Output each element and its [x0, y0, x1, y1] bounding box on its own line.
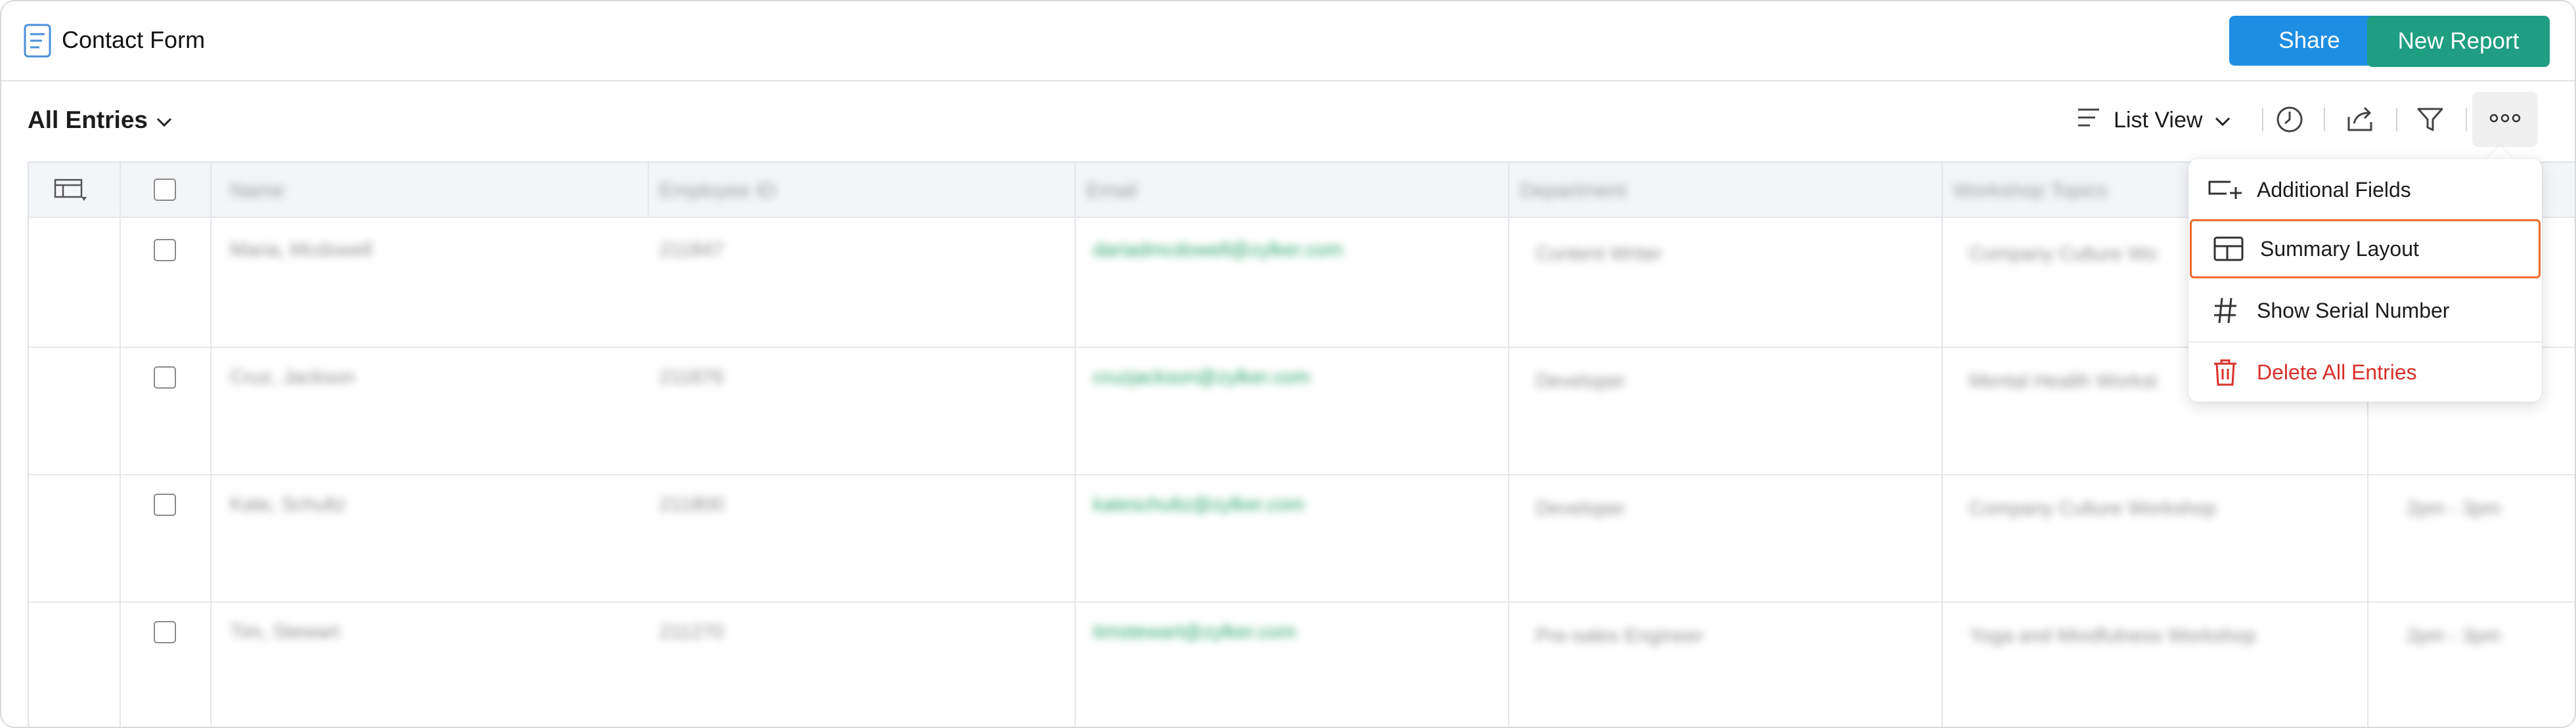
more-options-menu: Additional Fields Summary Layout Show Se…: [2188, 159, 2542, 402]
cell-name: Maria, Mcdowell: [230, 239, 372, 261]
cell-department: Pre-sales Engineer: [1536, 625, 1704, 647]
cell-workshop-topic: Mental Health Workst: [1969, 370, 2158, 392]
app-window: Contact Form Share New Report All Entrie…: [0, 0, 2576, 728]
summary-layout-icon: [2209, 232, 2248, 265]
menu-item-delete-all-entries[interactable]: Delete All Entries: [2188, 343, 2542, 402]
toolbar-divider: [2466, 108, 2467, 131]
row-checkbox[interactable]: [154, 621, 176, 643]
column-header-department[interactable]: Department: [1520, 179, 1626, 202]
column-divider: [210, 163, 211, 727]
row-divider: [29, 474, 2575, 475]
cell-employee-id: 211270: [659, 621, 724, 643]
cell-name: Cruz, Jackson: [230, 366, 355, 388]
column-divider: [1508, 163, 1509, 727]
menu-item-label: Summary Layout: [2260, 236, 2419, 261]
column-header-employee-id[interactable]: Employee ID: [659, 179, 776, 202]
row-divider: [29, 601, 2575, 603]
menu-item-label: Additional Fields: [2257, 177, 2411, 202]
cell-workshop-topic: Yoga and Mindfulness Workshop: [1969, 625, 2256, 647]
filter-icon[interactable]: [2409, 98, 2451, 140]
cell-employee-id: 211847: [659, 239, 724, 261]
column-header-workshop-topics[interactable]: Workshop Topics: [1953, 179, 2108, 202]
list-view-label: List View: [2114, 107, 2203, 133]
column-divider: [120, 163, 121, 727]
more-dots-icon: [2489, 113, 2521, 127]
select-all-checkbox[interactable]: [154, 179, 176, 201]
column-divider: [1942, 163, 1943, 727]
cell-email[interactable]: kateschultz@zylker.com: [1093, 494, 1304, 516]
column-divider: [648, 163, 649, 217]
menu-item-summary-layout[interactable]: Summary Layout: [2190, 219, 2541, 278]
menu-item-additional-fields[interactable]: Additional Fields: [2188, 160, 2542, 219]
menu-item-show-serial-number[interactable]: Show Serial Number: [2188, 281, 2542, 340]
chevron-down-icon: [2214, 108, 2231, 133]
hash-icon: [2206, 294, 2245, 327]
cell-department: Developer: [1536, 370, 1626, 392]
cell-department: Developer: [1536, 498, 1626, 519]
trash-icon: [2206, 356, 2245, 389]
export-share-icon[interactable]: [2340, 98, 2382, 140]
cell-time: 2pm - 3pm: [2407, 625, 2501, 647]
cell-email[interactable]: timstewart@zylker.com: [1093, 621, 1296, 643]
add-field-icon: [2206, 173, 2245, 206]
page-title: Contact Form: [62, 26, 206, 53]
toolbar-divider: [2262, 108, 2263, 131]
share-button[interactable]: Share: [2229, 16, 2389, 66]
cell-email[interactable]: dariadmcdowell@zylker.com: [1093, 239, 1343, 261]
toolbar-divider: [2324, 108, 2325, 131]
top-bar: Contact Form Share New Report: [1, 1, 2575, 81]
cell-workshop-topic: Company Culture Wo: [1969, 243, 2158, 265]
column-divider: [1075, 163, 1076, 727]
row-checkbox[interactable]: [154, 239, 176, 261]
column-header-name[interactable]: Name: [230, 179, 284, 202]
row-checkbox[interactable]: [154, 494, 176, 516]
form-document-icon: [24, 24, 51, 58]
cell-name: Tim, Stewart: [230, 621, 340, 643]
toolbar-divider: [2396, 108, 2397, 131]
column-settings-icon[interactable]: [54, 179, 88, 205]
list-view-dropdown[interactable]: List View: [2076, 95, 2231, 146]
cell-name: Kate, Schultz: [230, 494, 346, 515]
cell-department: Content Writer: [1536, 243, 1662, 265]
chevron-down-icon: [156, 106, 173, 134]
menu-item-label: Delete All Entries: [2257, 360, 2417, 384]
history-clock-icon[interactable]: [2269, 98, 2311, 140]
new-report-button[interactable]: New Report: [2367, 16, 2550, 67]
cell-workshop-topic: Company Culture Workshop: [1969, 498, 2217, 519]
view-selector-label: All Entries: [28, 106, 148, 133]
more-options-button[interactable]: [2472, 92, 2538, 147]
list-lines-icon: [2076, 106, 2102, 135]
menu-item-label: Show Serial Number: [2257, 298, 2450, 322]
view-selector[interactable]: All Entries: [28, 106, 173, 134]
cell-time: 2pm - 3pm: [2407, 498, 2501, 519]
cell-email[interactable]: cruzjackson@zylker.com: [1093, 366, 1310, 389]
row-checkbox[interactable]: [154, 366, 176, 389]
cell-employee-id: 211800: [659, 494, 724, 515]
column-header-email[interactable]: Email: [1086, 179, 1138, 202]
cell-employee-id: 211876: [659, 366, 724, 388]
